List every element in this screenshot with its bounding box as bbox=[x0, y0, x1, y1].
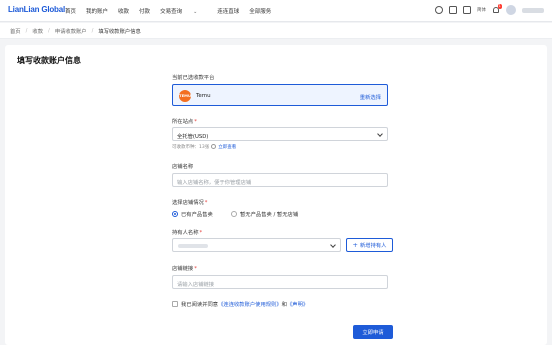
breadcrumb-separator: / bbox=[48, 27, 50, 34]
site-select-value: 全托管(USD) bbox=[177, 133, 209, 140]
store-link-label-text: 店铺链接 bbox=[172, 266, 194, 272]
nav-item-my-account[interactable]: 我的账户 bbox=[86, 7, 108, 15]
form-card: 填写收款账户信息 当前已选收款平台 TEMU Temu 重新选择 所在站点* 全… bbox=[5, 45, 547, 345]
bell-icon[interactable]: 1 bbox=[492, 4, 502, 14]
site-label-text: 所在站点 bbox=[172, 119, 194, 125]
breadcrumb-apply[interactable]: 申请收款账户 bbox=[55, 27, 87, 35]
page-title: 填写收款账户信息 bbox=[17, 56, 81, 65]
view-currencies-link[interactable]: 立即查看 bbox=[218, 145, 236, 150]
site-hint: 可收款币种：13张 立即查看 bbox=[172, 144, 236, 150]
owner-select[interactable] bbox=[172, 238, 341, 252]
nav-item-all-services[interactable]: 全部服务 bbox=[249, 7, 271, 15]
add-owner-button[interactable]: + 新增持有人 bbox=[346, 238, 393, 252]
nav-item-receive[interactable]: 收款 bbox=[118, 7, 129, 15]
lianlian-logo[interactable]: LianLian Global bbox=[8, 5, 65, 14]
add-owner-label: 新增持有人 bbox=[359, 243, 387, 249]
chevron-down-icon bbox=[330, 241, 336, 248]
store-name-placeholder: 输入店铺名称，便于你管理店铺 bbox=[177, 179, 252, 186]
site-label: 所在站点* bbox=[172, 117, 197, 125]
store-status-label-text: 选择店铺情况 bbox=[172, 200, 204, 206]
store-name-label: 店铺名称 bbox=[172, 164, 194, 170]
avatar[interactable] bbox=[506, 5, 516, 15]
site-hint-text: 可收款币种：13张 bbox=[172, 145, 210, 150]
required-mark: * bbox=[204, 200, 208, 206]
breadcrumb-separator: / bbox=[25, 27, 28, 34]
selected-platform-card: TEMU Temu 重新选择 bbox=[172, 84, 388, 106]
breadcrumb-current: 填写收款账户信息 bbox=[98, 28, 141, 35]
radio-no-products[interactable]: 暂无产品售卖 / 暂无店铺 bbox=[231, 210, 298, 218]
help-icon[interactable] bbox=[211, 144, 217, 149]
agreement-row: 我已阅读并同意 《连连收款账户使用规则》 和 《声明》 bbox=[172, 300, 308, 308]
help-icon[interactable] bbox=[435, 6, 443, 14]
owner-label-text: 持有人名称 bbox=[172, 230, 199, 236]
store-link-placeholder: 请输入店铺链接 bbox=[177, 281, 215, 288]
required-mark: * bbox=[199, 230, 203, 236]
platform-name: Temu bbox=[196, 92, 211, 99]
store-link-input[interactable]: 请输入店铺链接 bbox=[172, 275, 388, 289]
top-navbar: LianLian Global 首页 我的账户 收款 付款 交易查询 ⌄ 连连直球… bbox=[0, 0, 552, 22]
owner-value-redacted bbox=[178, 243, 208, 248]
language-switch[interactable]: 简体 bbox=[477, 7, 486, 13]
username-redacted[interactable] bbox=[522, 7, 544, 13]
radio-unselected-icon bbox=[231, 211, 237, 217]
toolbar-right: 简体 1 bbox=[435, 4, 544, 15]
reselect-platform-link[interactable]: 重新选择 bbox=[360, 93, 381, 101]
temu-logo: TEMU bbox=[179, 89, 191, 102]
store-link-label: 店铺链接* bbox=[172, 264, 197, 272]
breadcrumb-home[interactable]: 首页 bbox=[10, 27, 21, 35]
nav-item-home[interactable]: 首页 bbox=[65, 7, 76, 15]
site-select[interactable]: 全托管(USD) bbox=[172, 127, 388, 141]
document-icon[interactable] bbox=[463, 6, 471, 14]
nav-item-global[interactable]: 连连直球 bbox=[217, 7, 239, 15]
plus-icon: + bbox=[352, 240, 358, 249]
chevron-down-icon: ⌄ bbox=[193, 9, 198, 15]
store-name-input[interactable]: 输入店铺名称，便于你管理店铺 bbox=[172, 173, 388, 187]
breadcrumb: 首页 / 收款 / 申请收款账户 / 填写收款账户信息 bbox=[0, 23, 552, 39]
radio-selected-icon bbox=[172, 211, 178, 217]
required-mark: * bbox=[194, 266, 197, 272]
agreement-prefix: 我已阅读并同意 bbox=[181, 302, 219, 308]
main-nav: 首页 我的账户 收款 付款 交易查询 ⌄ 连连直球 全部服务 bbox=[65, 7, 281, 15]
calendar-icon[interactable] bbox=[449, 6, 457, 14]
breadcrumb-separator: / bbox=[91, 27, 94, 34]
breadcrumb-receive[interactable]: 收款 bbox=[32, 27, 43, 35]
radio-no-products-label: 暂无产品售卖 / 暂无店铺 bbox=[240, 212, 299, 218]
radio-has-products-label: 已有产品售卖 bbox=[181, 212, 213, 218]
nav-item-pay[interactable]: 付款 bbox=[139, 7, 150, 15]
nav-item-transactions-label: 交易查询 bbox=[160, 9, 183, 15]
notification-badge: 1 bbox=[497, 4, 502, 9]
store-status-label: 选择店铺情况* bbox=[172, 198, 207, 206]
agreement-checkbox[interactable] bbox=[172, 301, 178, 307]
required-mark: * bbox=[194, 119, 197, 125]
submit-button[interactable]: 立即申请 bbox=[353, 325, 393, 339]
owner-label: 持有人名称* bbox=[172, 228, 202, 236]
usage-rules-link[interactable]: 《连连收款账户使用规则》 bbox=[218, 300, 282, 308]
statement-link[interactable]: 《声明》 bbox=[287, 300, 308, 308]
radio-has-products[interactable]: 已有产品售卖 bbox=[172, 210, 213, 218]
platform-label: 当前已选收款平台 bbox=[172, 75, 215, 81]
chevron-down-icon bbox=[377, 130, 383, 137]
nav-item-transactions[interactable]: 交易查询 ⌄ bbox=[160, 7, 207, 15]
